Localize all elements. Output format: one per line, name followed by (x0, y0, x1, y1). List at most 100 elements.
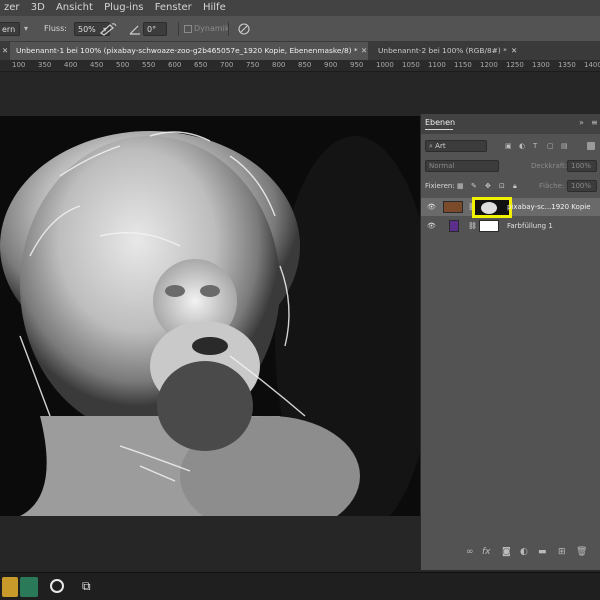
lock-artboard-icon[interactable]: ⊡ (499, 182, 505, 190)
folder-icon[interactable]: ▬ (538, 547, 547, 557)
mask-preview-icon (475, 200, 509, 215)
ruler-tick: 850 (298, 61, 312, 69)
filter-smartobject-icon[interactable]: ▤ (561, 142, 568, 150)
ruler-tick: 950 (350, 61, 364, 69)
taskbar: ⧉ (0, 572, 600, 600)
lock-position-icon[interactable]: ✥ (485, 182, 491, 190)
horizontal-ruler: 100 350 400 450 500 550 600 650 700 750 … (0, 60, 600, 72)
ruler-tick: 1400 (584, 61, 600, 69)
layer-name[interactable]: Farbfüllung 1 (507, 217, 553, 235)
chevron-down-icon[interactable]: ▾ (24, 22, 32, 36)
menu-item-ansicht[interactable]: Ansicht (52, 0, 97, 16)
ruler-tick: 1200 (480, 61, 498, 69)
ruler-tick: 750 (246, 61, 260, 69)
adjustment-icon[interactable]: ◐ (520, 547, 528, 557)
filter-toggle[interactable] (587, 142, 595, 150)
ruler-tick: 400 (64, 61, 78, 69)
trash-icon[interactable]: 🗑︎ (576, 547, 587, 557)
lock-image-icon[interactable]: ✎ (471, 182, 477, 190)
pressure-size-icon[interactable] (236, 22, 252, 36)
angle-icon-svg (129, 25, 140, 35)
filter-select[interactable]: ⌕ Art (425, 140, 487, 152)
search-icon[interactable] (50, 579, 64, 593)
filter-value: Art (435, 142, 446, 150)
search-icon: ⌕ (429, 142, 433, 150)
close-icon[interactable]: ✕ (358, 42, 372, 60)
filter-row: ⌕ Art ▣ ◐ T ▢ ▤ (421, 140, 600, 154)
layers-tab[interactable]: Ebenen (425, 118, 455, 127)
app-icon[interactable] (20, 577, 38, 597)
layer-name[interactable]: pixabay-sc...1920 Kopie (507, 198, 591, 216)
fill-value: 100% (571, 182, 592, 190)
eye-icon[interactable]: 👁︎ (427, 198, 436, 216)
dynamic-checkbox[interactable] (184, 25, 192, 33)
airbrush-icon[interactable] (98, 22, 118, 36)
angle-field[interactable]: 0° (143, 22, 167, 36)
lock-row: Fixieren: ▦ ✎ ✥ ⊡ 🔒︎ Fläche: 100% (421, 180, 600, 194)
panel-menu-icon[interactable]: ≡ (591, 118, 598, 127)
angle-icon (128, 22, 142, 36)
ruler-tick: 500 (116, 61, 130, 69)
angle-value: 0° (147, 25, 157, 34)
tab-unbenannt-2[interactable]: Unbenannt-2 bei 100% (RGB/8#) * (372, 42, 522, 60)
layer-thumbnail (443, 201, 463, 213)
menu-item-3d[interactable]: 3D (27, 0, 49, 16)
layer-row[interactable]: 👁︎ ⛓︎ pixabay-sc...1920 Kopie (421, 197, 600, 218)
panel-header: Ebenen » ≡ (421, 114, 600, 134)
menu-item-filter[interactable]: zer (0, 0, 24, 16)
blend-row: Normal Deckkraft: 100% (421, 160, 600, 174)
opacity-field[interactable]: 100% (567, 160, 597, 172)
mask-icon[interactable]: ◙ (502, 547, 511, 557)
tab-unbenannt-1[interactable]: Unbenannt-1 bei 100% (pixabay-schwoaze-z… (10, 42, 368, 60)
tab-label: Unbenannt-2 bei 100% (RGB/8#) * (378, 46, 507, 55)
ruler-tick: 650 (194, 61, 208, 69)
blend-mode-select[interactable]: Normal (425, 160, 499, 172)
airbrush-icon-svg (100, 23, 117, 36)
tab-label: Unbenannt-1 bei 100% (pixabay-schwoaze-z… (16, 46, 358, 55)
document-canvas-image[interactable] (0, 116, 420, 516)
layer-row[interactable]: 👁︎ ⛓︎ Farbfüllung 1 (421, 217, 600, 235)
fx-icon[interactable]: fx (482, 547, 491, 557)
tab-underline (425, 129, 453, 130)
task-view-icon[interactable]: ⧉ (82, 579, 91, 594)
ruler-tick: 900 (324, 61, 338, 69)
layer-mask-thumbnail[interactable] (472, 197, 512, 218)
new-layer-icon[interactable]: ⊞ (558, 547, 566, 557)
fill-field[interactable]: 100% (567, 180, 597, 192)
pressure-size-icon-svg (238, 23, 250, 35)
options-bar: ern ▾ Fluss: 50% ▾ 0° Dynamik (0, 16, 600, 42)
eye-icon[interactable]: 👁︎ (427, 217, 436, 235)
ruler-tick: 1150 (454, 61, 472, 69)
document-tab-bar: ✕ Unbenannt-1 bei 100% (pixabay-schwoaze… (0, 42, 600, 60)
opacity-value: 100% (571, 162, 592, 170)
menu-item-hilfe[interactable]: Hilfe (199, 0, 230, 16)
ruler-tick: 100 (12, 61, 26, 69)
toolbar-divider (228, 22, 229, 36)
app-icon[interactable] (2, 577, 18, 597)
fill-label: Fläche: (539, 182, 565, 190)
link-icon[interactable]: ∞ (466, 547, 474, 557)
blend-mode-value: Normal (429, 162, 455, 170)
menu-item-fenster[interactable]: Fenster (151, 0, 196, 16)
close-icon[interactable]: ✕ (508, 42, 522, 60)
opacity-label: Deckkraft: (531, 162, 568, 170)
mode-value: ern (2, 25, 16, 34)
filter-adjustment-icon[interactable]: ◐ (519, 142, 525, 150)
ruler-tick: 1250 (506, 61, 524, 69)
lock-all-icon[interactable]: 🔒︎ (513, 182, 517, 191)
filter-image-icon[interactable]: ▣ (505, 142, 512, 150)
filter-shape-icon[interactable]: ▢ (547, 142, 554, 150)
toolbar-divider (178, 22, 179, 36)
layer-mask-thumbnail[interactable] (479, 220, 499, 232)
link-chain-icon[interactable]: ⛓︎ (468, 217, 477, 235)
dynamic-label: Dynamik (194, 24, 230, 33)
ruler-tick: 350 (38, 61, 52, 69)
collapse-icon[interactable]: » (579, 118, 584, 127)
mode-select[interactable]: ern (0, 22, 20, 36)
menu-item-plugins[interactable]: Plug-ins (100, 0, 147, 16)
lock-transparent-icon[interactable]: ▦ (457, 182, 464, 190)
filter-text-icon[interactable]: T (533, 142, 537, 150)
lock-label: Fixieren: (425, 182, 455, 190)
ruler-tick: 1000 (376, 61, 394, 69)
ruler-tick: 1100 (428, 61, 446, 69)
